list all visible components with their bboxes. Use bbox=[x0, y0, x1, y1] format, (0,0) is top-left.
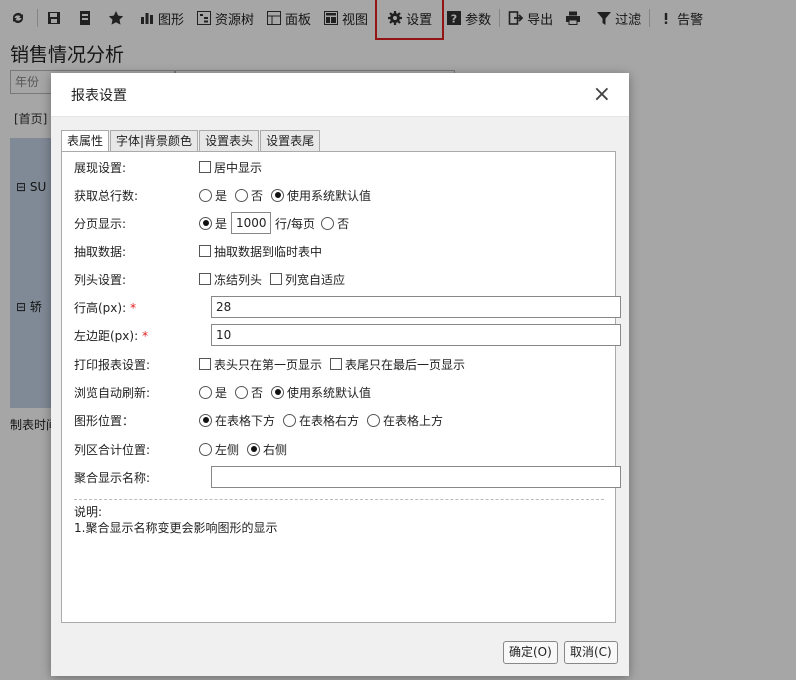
total-rows-row: 获取总行数: 是 否 使用系统默认值 bbox=[74, 183, 614, 207]
ok-button[interactable]: 确定(O) bbox=[503, 641, 558, 664]
required-mark: * bbox=[130, 300, 137, 315]
checkbox-text: 表尾只在最后一页显示 bbox=[345, 357, 466, 372]
close-icon[interactable]: × bbox=[593, 83, 611, 106]
row-height-row: 行高(px): * 28 bbox=[74, 295, 621, 319]
center-display-checkbox[interactable]: 居中显示 bbox=[199, 159, 262, 176]
left-margin-input[interactable]: 10 bbox=[211, 324, 621, 346]
note-line: 1.聚合显示名称变更会影响图形的显示 bbox=[74, 521, 278, 535]
center-display-text: 居中显示 bbox=[214, 160, 263, 175]
print-label: 打印报表设置: bbox=[74, 357, 151, 372]
left-margin-text: 左边距(px): bbox=[74, 328, 139, 343]
col-total-row: 列区合计位置: 左侧 右侧 bbox=[74, 437, 614, 461]
column-header-row: 列头设置: 冻结列头 列宽自适应 bbox=[74, 267, 614, 291]
radio-text: 在表格下方 bbox=[215, 413, 276, 428]
checkbox-text: 抽取数据到临时表中 bbox=[214, 244, 323, 259]
extract-temp-checkbox[interactable]: 抽取数据到临时表中 bbox=[199, 243, 322, 260]
dialog-header: 报表设置 × bbox=[51, 73, 629, 117]
auto-refresh-label: 浏览自动刷新: bbox=[74, 385, 151, 400]
chart-above-radio[interactable]: 在表格上方 bbox=[367, 412, 443, 429]
tab-table-properties[interactable]: 表属性 bbox=[61, 130, 110, 153]
extract-row: 抽取数据: 抽取数据到临时表中 bbox=[74, 239, 614, 263]
paging-label: 分页显示: bbox=[74, 216, 127, 231]
tab-font-background[interactable]: 字体|背景颜色 bbox=[110, 130, 199, 152]
agg-name-input[interactable] bbox=[211, 466, 621, 488]
freeze-header-checkbox[interactable]: 冻结列头 bbox=[199, 271, 262, 288]
auto-refresh-yes-radio[interactable]: 是 bbox=[199, 384, 227, 401]
auto-refresh-no-radio[interactable]: 否 bbox=[235, 384, 263, 401]
agg-name-row: 聚合显示名称: bbox=[74, 465, 621, 489]
radio-text: 否 bbox=[251, 385, 264, 400]
tab-header[interactable]: 设置表头 bbox=[199, 130, 260, 152]
row-height-text: 行高(px): bbox=[74, 300, 127, 315]
rows-per-page-input[interactable]: 1000 bbox=[231, 212, 272, 234]
dialog-title: 报表设置 bbox=[71, 87, 127, 104]
chart-right-radio[interactable]: 在表格右方 bbox=[283, 412, 359, 429]
left-margin-row: 左边距(px): * 10 bbox=[74, 323, 621, 347]
note-block: 说明: 1.聚合显示名称变更会影响图形的显示 bbox=[74, 504, 277, 536]
note-divider bbox=[74, 499, 604, 500]
total-rows-yes-radio[interactable]: 是 bbox=[199, 187, 227, 204]
checkbox-text: 表头只在第一页显示 bbox=[214, 357, 323, 372]
print-row: 打印报表设置: 表头只在第一页显示 表尾只在最后一页显示 bbox=[74, 352, 614, 376]
radio-text: 否 bbox=[337, 216, 350, 231]
required-mark: * bbox=[142, 328, 149, 343]
left-margin-label: 左边距(px): * bbox=[74, 327, 199, 344]
note-title: 说明: bbox=[74, 505, 103, 519]
radio-text: 在表格右方 bbox=[299, 413, 360, 428]
column-header-label: 列头设置: bbox=[74, 272, 127, 287]
col-total-label: 列区合计位置: bbox=[74, 442, 151, 457]
radio-text: 是 bbox=[215, 216, 228, 231]
row-height-input[interactable]: 28 bbox=[211, 296, 621, 318]
header-first-page-checkbox[interactable]: 表头只在第一页显示 bbox=[199, 356, 322, 373]
auto-refresh-row: 浏览自动刷新: 是 否 使用系统默认值 bbox=[74, 380, 614, 404]
col-total-left-radio[interactable]: 左侧 bbox=[199, 441, 239, 458]
radio-text: 使用系统默认值 bbox=[287, 385, 372, 400]
radio-text: 在表格上方 bbox=[383, 413, 444, 428]
report-settings-dialog: 报表设置 × 表属性 字体|背景颜色 设置表头 设置表尾 展现设置: 居中显示 … bbox=[51, 73, 629, 676]
dialog-tabs: 表属性 字体|背景颜色 设置表头 设置表尾 bbox=[61, 130, 321, 153]
auto-refresh-default-radio[interactable]: 使用系统默认值 bbox=[271, 384, 371, 401]
paging-yes-radio[interactable]: 是 bbox=[199, 215, 227, 232]
display-label: 展现设置: bbox=[74, 160, 127, 175]
agg-name-label: 聚合显示名称: bbox=[74, 470, 151, 485]
settings-panel: 展现设置: 居中显示 获取总行数: 是 否 使用系统默认值 分页显示: 是 10… bbox=[61, 151, 621, 623]
cancel-button[interactable]: 取消(C) bbox=[564, 641, 618, 664]
radio-text: 右侧 bbox=[263, 442, 288, 457]
paging-row: 分页显示: 是 1000 行/每页 否 bbox=[74, 211, 614, 235]
extract-label: 抽取数据: bbox=[74, 244, 127, 259]
chart-below-radio[interactable]: 在表格下方 bbox=[199, 412, 275, 429]
total-rows-label: 获取总行数: bbox=[74, 188, 139, 203]
auto-width-checkbox[interactable]: 列宽自适应 bbox=[270, 271, 345, 288]
radio-text: 否 bbox=[251, 188, 264, 203]
radio-text: 是 bbox=[215, 188, 228, 203]
total-rows-no-radio[interactable]: 否 bbox=[235, 187, 263, 204]
chart-position-row: 图形位置： 在表格下方 在表格右方 在表格上方 bbox=[74, 408, 614, 432]
rows-per-page-unit: 行/每页 bbox=[275, 216, 316, 231]
paging-no-radio[interactable]: 否 bbox=[321, 215, 349, 232]
total-rows-default-radio[interactable]: 使用系统默认值 bbox=[271, 187, 371, 204]
radio-text: 是 bbox=[215, 385, 228, 400]
chart-position-label: 图形位置： bbox=[74, 413, 135, 428]
tab-footer[interactable]: 设置表尾 bbox=[260, 130, 321, 152]
row-height-label: 行高(px): * bbox=[74, 299, 199, 316]
radio-text: 使用系统默认值 bbox=[287, 188, 372, 203]
radio-text: 左侧 bbox=[215, 442, 240, 457]
col-total-right-radio[interactable]: 右侧 bbox=[247, 441, 287, 458]
display-row: 展现设置: 居中显示 bbox=[74, 155, 614, 179]
checkbox-text: 列宽自适应 bbox=[285, 272, 346, 287]
checkbox-text: 冻结列头 bbox=[214, 272, 263, 287]
footer-last-page-checkbox[interactable]: 表尾只在最后一页显示 bbox=[330, 356, 465, 373]
